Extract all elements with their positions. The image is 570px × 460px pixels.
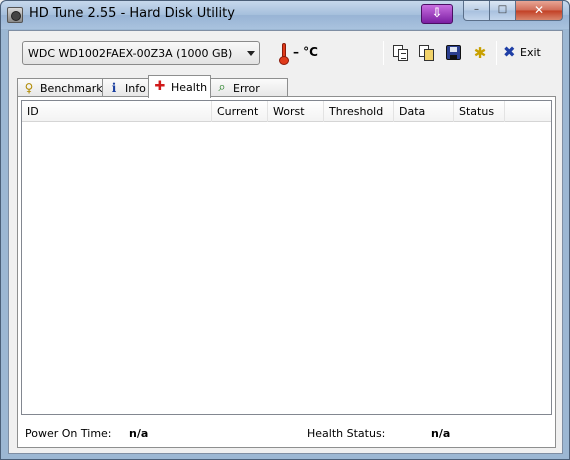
exit-icon: ✖ [503, 43, 516, 61]
health-status-value: n/a [431, 427, 451, 440]
health-status-label: Health Status: [307, 427, 386, 440]
power-on-time-value: n/a [129, 427, 149, 440]
copy-screenshot-icon[interactable] [418, 44, 436, 62]
health-cross-icon: ✚ [154, 79, 166, 94]
table-header: ID Current Worst Threshold Data Status [22, 101, 551, 122]
download-button[interactable]: ⇩ [421, 4, 453, 24]
exit-label: Exit [520, 46, 541, 59]
chevron-down-icon[interactable] [247, 51, 255, 56]
client-area: WDC WD1002FAEX-00Z3A (1000 GB) – °C ✱ ✖ … [8, 30, 563, 454]
magnifier-icon: ⌕ [218, 80, 226, 95]
close-button[interactable]: ✕ [515, 1, 563, 21]
minimize-button[interactable]: – [463, 1, 490, 21]
column-header-worst[interactable]: Worst [268, 101, 324, 122]
tab-health[interactable]: ✚ Health [148, 75, 211, 98]
hard-disk-icon [7, 7, 23, 23]
save-icon[interactable] [446, 45, 461, 60]
column-header-current[interactable]: Current [212, 101, 268, 122]
toolbar-divider [383, 41, 384, 65]
options-icon[interactable]: ✱ [471, 44, 489, 62]
toolbar-divider [496, 41, 497, 65]
app-window: HD Tune 2.55 - Hard Disk Utility ⇩ – □ ✕… [0, 0, 570, 460]
maximize-icon: □ [497, 4, 508, 15]
tab-label: Health [171, 81, 208, 94]
power-on-time-label: Power On Time: [25, 427, 112, 440]
tab-benchmark[interactable]: ♀ Benchmark [17, 78, 103, 97]
column-header-threshold[interactable]: Threshold [324, 101, 394, 122]
drive-select-value: WDC WD1002FAEX-00Z3A (1000 GB) [28, 47, 233, 60]
temperature-readout: – °C [293, 45, 318, 59]
drive-select[interactable]: WDC WD1002FAEX-00Z3A (1000 GB) [22, 41, 260, 65]
tab-error-scan[interactable]: ⌕ Error Scan [210, 78, 288, 108]
minimize-icon: – [474, 4, 479, 15]
window-title: HD Tune 2.55 - Hard Disk Utility [29, 6, 235, 21]
close-icon: ✕ [533, 3, 545, 17]
column-header-filler [505, 101, 551, 122]
column-header-id[interactable]: ID [22, 101, 212, 122]
thermometer-icon [279, 43, 289, 65]
tab-label: Benchmark [40, 82, 103, 95]
download-arrow-icon: ⇩ [431, 6, 443, 21]
column-header-status[interactable]: Status [454, 101, 505, 122]
maximize-button[interactable]: □ [489, 1, 516, 21]
copy-text-icon[interactable] [392, 44, 410, 62]
info-icon: i [111, 81, 117, 95]
benchmark-icon: ♀ [24, 81, 34, 95]
health-panel: ID Current Worst Threshold Data Status P… [17, 96, 556, 448]
smart-attributes-table[interactable]: ID Current Worst Threshold Data Status [21, 100, 552, 415]
column-header-data[interactable]: Data [394, 101, 454, 122]
status-bar: Power On Time: n/a Health Status: n/a [18, 415, 555, 447]
title-bar[interactable]: HD Tune 2.55 - Hard Disk Utility ⇩ – □ ✕ [1, 1, 569, 29]
tab-label: Info [125, 82, 146, 95]
tab-info[interactable]: i Info [102, 78, 149, 97]
